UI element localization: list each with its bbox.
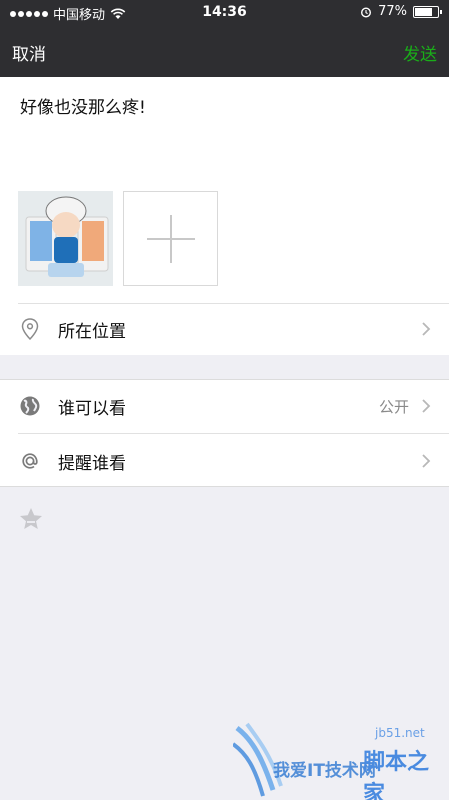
send-button[interactable]: 发送 bbox=[403, 40, 437, 65]
top-bar: 中国移动 14:36 77% 取消 发送 bbox=[0, 0, 449, 77]
location-label: 所在位置 bbox=[58, 322, 126, 342]
location-pin-icon bbox=[21, 318, 39, 341]
chevron-right-icon bbox=[422, 454, 431, 468]
mention-label: 提醒谁看 bbox=[58, 454, 126, 474]
globe-icon bbox=[20, 396, 40, 416]
visibility-value: 公开 bbox=[378, 398, 409, 416]
chevron-right-icon bbox=[422, 399, 431, 413]
visibility-row[interactable]: 谁可以看 公开 bbox=[0, 380, 449, 432]
battery-fill bbox=[415, 7, 432, 16]
settings-group: 谁可以看 公开 提醒谁看 bbox=[0, 379, 449, 487]
attached-photo[interactable] bbox=[18, 191, 113, 286]
cancel-button[interactable]: 取消 bbox=[12, 40, 46, 65]
divider bbox=[18, 433, 449, 434]
battery-icon bbox=[413, 5, 442, 18]
chevron-right-icon bbox=[422, 322, 431, 336]
watermark-brand-right: 脚本之家 bbox=[363, 750, 430, 800]
battery-percent: 77% bbox=[378, 4, 407, 19]
star-icon[interactable] bbox=[18, 506, 44, 532]
add-photo-button[interactable] bbox=[123, 191, 218, 286]
status-bar: 中国移动 14:36 77% bbox=[0, 0, 449, 25]
compose-area: 好像也没那么疼! 所在位置 bbox=[0, 77, 449, 355]
alarm-icon bbox=[361, 6, 372, 18]
watermark-url: jb51.net bbox=[375, 726, 425, 740]
visibility-label: 谁可以看 bbox=[58, 399, 126, 419]
mention-row[interactable]: 提醒谁看 bbox=[0, 435, 449, 487]
watermark: jb51.net 我爱IT技术网 脚本之家 bbox=[225, 720, 445, 800]
watermark-brand-left: 我爱IT技术网 bbox=[273, 761, 376, 781]
post-text-input[interactable]: 好像也没那么疼! bbox=[20, 93, 146, 118]
location-row[interactable]: 所在位置 bbox=[0, 303, 449, 355]
at-icon bbox=[22, 453, 38, 469]
